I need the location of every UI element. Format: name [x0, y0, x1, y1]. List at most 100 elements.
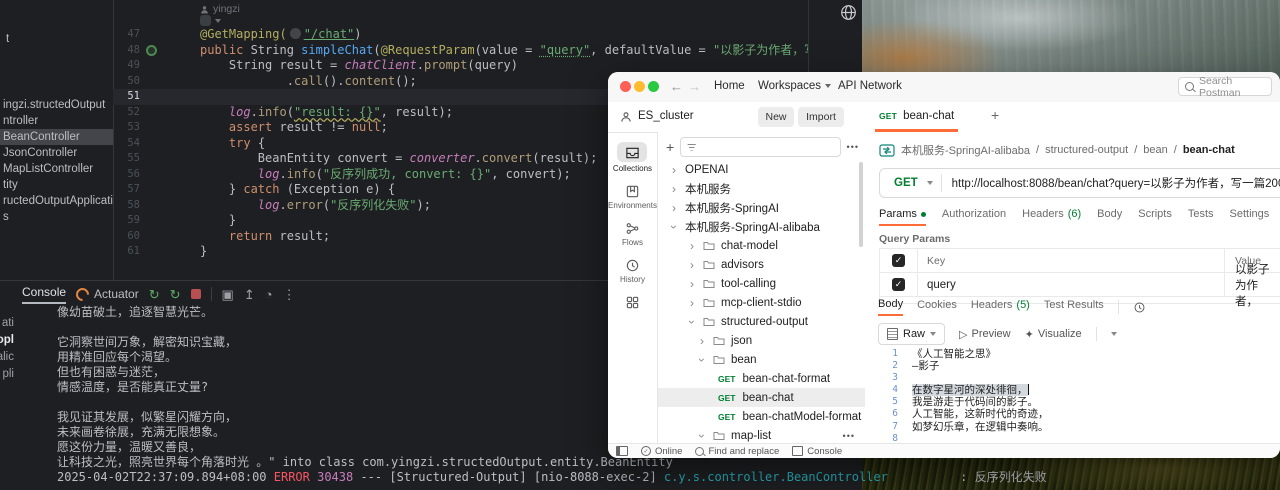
console-button[interactable]: Console — [792, 446, 842, 457]
search-placeholder: Search Postman — [1199, 74, 1241, 99]
breadcrumb-folder[interactable]: structured-output — [1045, 144, 1128, 156]
rail-flows[interactable]: Flows — [622, 221, 643, 247]
rail-more-apps[interactable] — [625, 295, 640, 310]
rail-collections[interactable]: Collections — [613, 142, 652, 173]
folder-json[interactable]: json — [658, 331, 865, 350]
gauge-edit-icon[interactable]: ◔ — [265, 288, 273, 301]
folder-advisors[interactable]: advisors — [658, 255, 865, 274]
row-checkbox[interactable] — [892, 278, 905, 291]
request-tab-bean-chat[interactable]: GET bean-chat — [875, 102, 959, 132]
chevron-right-icon — [672, 201, 685, 215]
postman-window: ← → Home Workspaces API Network Search P… — [608, 72, 1280, 458]
more-options-icon[interactable]: ⋮ — [283, 288, 296, 301]
url-input[interactable]: http://localhost:8088/bean/chat?query=以影… — [952, 175, 1280, 191]
request-bean-chat[interactable]: GET bean-chat — [658, 388, 865, 407]
code-token: convert — [481, 151, 533, 165]
select-all-checkbox[interactable] — [892, 254, 905, 267]
tab-authorization[interactable]: Authorization — [942, 208, 1006, 224]
code-token: try — [228, 135, 251, 150]
online-status[interactable]: ✓ Online — [641, 446, 682, 457]
find-and-replace[interactable]: Find and replace — [695, 446, 779, 457]
spring-endpoint-gutter-icon[interactable] — [145, 44, 157, 56]
collection-springai-alibaba[interactable]: 本机服务-SpringAI-alibaba — [658, 217, 865, 236]
search-postman-input[interactable]: Search Postman — [1178, 74, 1272, 99]
tree-item-package[interactable]: ingzi.structedOutput — [0, 97, 113, 113]
chevron-down-icon[interactable] — [1110, 332, 1117, 336]
tree-item-entity-pkg[interactable]: tity — [0, 177, 113, 193]
new-tab-button[interactable]: + — [991, 107, 999, 123]
rail-history[interactable]: History — [620, 258, 645, 284]
globe-icon[interactable] — [840, 4, 857, 21]
workspace-name[interactable]: ES_cluster — [638, 110, 694, 122]
new-button[interactable]: New — [758, 107, 794, 127]
response-body[interactable]: 1 《人工智能之思》 2 —影子 3 4 在数字星河的深处徘徊， 5 我是游走于代码间的… — [878, 348, 1280, 444]
request-bean-chat-format[interactable]: GET bean-chat-format — [658, 369, 865, 388]
nav-workspaces[interactable]: Workspaces — [758, 80, 832, 92]
maximize-window-button[interactable] — [648, 81, 659, 92]
visualize-button[interactable]: ✦ Visualize — [1025, 328, 1082, 341]
method-select[interactable]: GET — [880, 177, 927, 189]
raw-view-dropdown[interactable]: Raw — [878, 323, 946, 345]
tab-console[interactable]: Console — [22, 285, 67, 304]
tree-item[interactable]: t — [3, 31, 9, 47]
collection-openai[interactable]: OPENAI — [658, 160, 865, 179]
back-icon[interactable]: ← — [670, 79, 683, 94]
add-collection-button[interactable]: + — [666, 139, 674, 155]
author-inlay[interactable]: yingzi — [200, 3, 240, 15]
folder-more-icon[interactable]: ••• — [843, 431, 855, 441]
filter-collections-input[interactable] — [680, 137, 841, 157]
breadcrumb-subfolder[interactable]: bean — [1143, 144, 1167, 156]
param-key-cell[interactable]: query — [918, 273, 1225, 296]
tab-tests[interactable]: Tests — [1188, 208, 1214, 224]
collection-local-service[interactable]: 本机服务 — [658, 179, 865, 198]
minimize-window-button[interactable] — [634, 81, 645, 92]
endpoint-inlay[interactable] — [200, 15, 221, 26]
tab-params[interactable]: Params — [879, 208, 926, 226]
rerun-debug-icon[interactable]: ↻ — [170, 288, 181, 301]
tree-scrollbar[interactable] — [859, 162, 863, 247]
tree-item-maplistcontroller[interactable]: MapListController — [0, 161, 113, 177]
nav-home[interactable]: Home — [714, 80, 745, 92]
close-window-button[interactable] — [620, 81, 631, 92]
tab-response-headers[interactable]: Headers (5) — [971, 299, 1030, 315]
tab-test-results[interactable]: Test Results — [1044, 299, 1104, 315]
tab-cookies[interactable]: Cookies — [917, 299, 957, 315]
collections-more-icon[interactable]: ••• — [847, 142, 859, 152]
query-params-title: Query Params — [879, 233, 951, 245]
folder-mcp-client-stdio[interactable]: mcp-client-stdio — [658, 293, 865, 312]
folder-bean[interactable]: bean — [658, 350, 865, 369]
tab-body[interactable]: Body — [1097, 208, 1122, 224]
stop-icon[interactable] — [190, 289, 201, 299]
tree-item-jsoncontroller[interactable]: JsonController — [0, 145, 113, 161]
tree-item-beancontroller[interactable]: BeanController — [0, 129, 113, 145]
folder-chat-model[interactable]: chat-model — [658, 236, 865, 255]
response-history-icon[interactable] — [1133, 301, 1146, 314]
forward-icon[interactable]: → — [688, 79, 701, 94]
tab-headers[interactable]: Headers (6) — [1022, 208, 1081, 224]
tab-actuator[interactable]: Actuator — [73, 284, 139, 304]
folder-map-list[interactable]: map-list ••• — [658, 426, 865, 444]
export-icon[interactable]: ↥ — [244, 288, 255, 301]
folder-tool-calling[interactable]: tool-calling — [658, 274, 865, 293]
breadcrumb-request[interactable]: bean-chat — [1183, 144, 1235, 156]
tree-item-controller-pkg[interactable]: ntroller — [0, 113, 113, 129]
tab-settings[interactable]: Settings — [1230, 208, 1270, 224]
tree-item-application[interactable]: ructedOutputApplication — [0, 193, 113, 209]
tree-item-resources[interactable]: s — [0, 209, 113, 225]
breadcrumb-collection[interactable]: 本机服务-SpringAI-alibaba — [901, 142, 1030, 158]
line-number: 61 — [127, 245, 140, 257]
sidebar-toggle-icon[interactable] — [616, 446, 628, 456]
request-bean-chatmodel-format[interactable]: GET bean-chatModel-format — [658, 407, 865, 426]
folder-structured-output[interactable]: structured-output — [658, 312, 865, 331]
import-button[interactable]: Import — [798, 107, 844, 127]
collection-springai[interactable]: 本机服务-SpringAI — [658, 198, 865, 217]
param-value-cell[interactable]: 以影子为作者， — [1225, 264, 1280, 308]
snapshot-icon[interactable]: ▣ — [222, 288, 234, 301]
nav-api-network[interactable]: API Network — [838, 80, 902, 92]
tab-scripts[interactable]: Scripts — [1138, 208, 1172, 224]
rerun-icon[interactable]: ↻ — [149, 288, 160, 301]
rail-environments[interactable]: Environments — [608, 184, 657, 210]
tab-response-body[interactable]: Body — [878, 298, 904, 316]
chevron-down-icon — [700, 353, 713, 367]
preview-button[interactable]: ▷ Preview — [959, 328, 1011, 341]
